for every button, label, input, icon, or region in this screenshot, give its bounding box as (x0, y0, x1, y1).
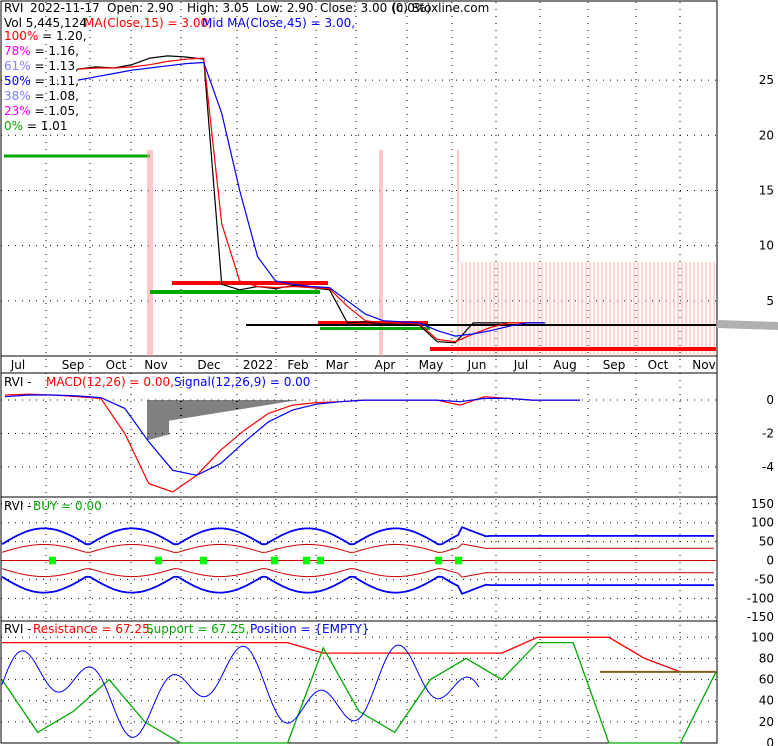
x-tick-label: Oct (106, 358, 127, 372)
x-tick-label: 2022 (243, 358, 274, 372)
support-label: Support = 67.25, (146, 622, 249, 636)
buy-signal-marker (455, 556, 462, 565)
macd-prefix: RVI - (4, 375, 32, 389)
buy-signal-marker (435, 556, 442, 565)
header-date: 2022-11-17 (30, 1, 100, 15)
macd-y-tick: -4 (762, 460, 774, 474)
resistance-label: Resistance = 67.25, (33, 622, 154, 636)
header-high: High: 3.05 (187, 1, 249, 15)
x-tick-label: Mar (326, 358, 349, 372)
buy-y-tick: 150 (751, 497, 774, 511)
x-tick-label: Nov (144, 358, 167, 372)
macd-y-tick: 0 (766, 393, 774, 407)
sr-y-tick: 80 (759, 651, 774, 665)
macd-y-tick: -2 (762, 426, 774, 440)
fib-level-label: 50% = 1.11, (4, 74, 79, 88)
price-pointer (717, 320, 778, 330)
price-y-tick: 20 (759, 128, 774, 142)
position-label: Position = {EMPTY} (250, 622, 370, 636)
buy-panel-frame (0, 496, 718, 622)
fib-level-label: 38% = 1.08, (4, 89, 79, 103)
sr-panel-frame (0, 620, 718, 744)
header-volume: Vol 5,445,124 (4, 16, 87, 30)
fib-level-label: 78% = 1.16, (4, 44, 79, 58)
fib-levels: 100% = 1.20,78% = 1.16,61% = 1.13,50% = … (4, 29, 87, 133)
x-tick-label: Sep (603, 358, 626, 372)
price-y-tick: 5 (766, 294, 774, 308)
header-ma15: MA(Close,15) = 3.00, (84, 16, 212, 30)
fib-level-label: 61% = 1.13, (4, 59, 79, 73)
buy-y-tick: 50 (759, 535, 774, 549)
x-tick-label: Oct (648, 358, 669, 372)
copyright-label: (c) Stoxline.com (392, 1, 489, 15)
buy-signal-marker (49, 556, 56, 565)
x-tick-label: Feb (287, 358, 308, 372)
buy-signal-marker (200, 556, 207, 565)
fib-level-label: 100% = 1.20, (4, 29, 87, 43)
fib-level-label: 0% = 1.01 (4, 119, 67, 133)
price-y-tick: 25 (759, 73, 774, 87)
x-tick-label: Jun (467, 358, 487, 372)
x-tick-label: Apr (375, 358, 396, 372)
x-tick-label: Sep (62, 358, 85, 372)
sr-y-tick: 0 (766, 736, 774, 746)
stock-chart: Jul Sep Oct Nov Dec 2022 Feb Mar Apr May Jun Jul Aug… (0, 0, 778, 746)
sr-y-tick: 60 (759, 673, 774, 687)
header-open: Open: 2.90 (107, 1, 174, 15)
buy-signal-marker (155, 556, 162, 565)
macd-panel-frame (0, 372, 718, 498)
x-tick-label: Nov (692, 358, 715, 372)
support-band (150, 290, 320, 294)
buy-y-tick: -50 (754, 572, 774, 586)
sr-y-tick: 100 (751, 630, 774, 644)
buy-y-tick: -100 (747, 591, 774, 605)
x-tick-label: Aug (553, 358, 576, 372)
fib-level-label: 23% = 1.05, (4, 104, 79, 118)
buy-signal-marker (271, 556, 278, 565)
sr-y-tick: 40 (759, 694, 774, 708)
resistance-band (430, 347, 716, 351)
price-y-tick: 15 (759, 183, 774, 197)
x-tick-label: Jul (10, 358, 25, 372)
buy-label: BUY = 0.00 (33, 499, 102, 513)
buy-y-tick: 100 (751, 516, 774, 530)
header-ma45: Mid MA(Close,45) = 3.00, (202, 16, 355, 30)
x-tick-label: May (419, 358, 444, 372)
buy-signal-marker (303, 556, 310, 565)
buy-prefix: RVI - (4, 499, 32, 513)
x-tick-label: Dec (197, 358, 220, 372)
sr-prefix: RVI - (4, 622, 32, 636)
price-y-tick: 10 (759, 239, 774, 253)
x-tick-label: Jul (513, 358, 528, 372)
buy-signal-marker (317, 556, 324, 565)
sr-y-tick: 20 (759, 715, 774, 729)
header-low: Low: 2.90 (256, 1, 314, 15)
buy-y-tick: -150 (747, 610, 774, 624)
macd-label: MACD(12,26) = 0.00, (46, 375, 174, 389)
signal-label: Signal(12,26,9) = 0.00 (174, 375, 310, 389)
buy-y-tick: 0 (766, 554, 774, 568)
ticker-label: RVI (4, 1, 23, 15)
support-band (320, 327, 430, 330)
